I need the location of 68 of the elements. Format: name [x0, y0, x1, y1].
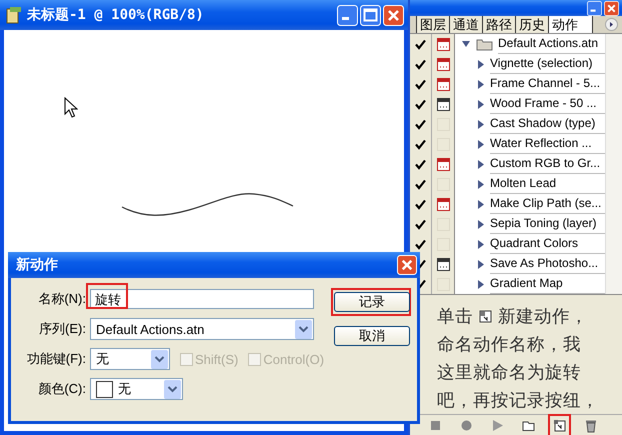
checkmark-icon[interactable]	[415, 98, 426, 110]
checkmark-icon[interactable]	[415, 138, 426, 150]
panel-tab[interactable]: 路径	[482, 16, 515, 33]
name-field[interactable]: 旋转	[90, 289, 314, 309]
instruction-text: 这里就命名为旋转	[437, 362, 581, 382]
dialog-toggle-icon[interactable]	[436, 58, 450, 70]
dialog-toggle-icon[interactable]	[436, 78, 450, 90]
maximize-button[interactable]	[360, 4, 381, 26]
collapsed-triangle-icon[interactable]	[477, 158, 485, 170]
close-button[interactable]	[604, 0, 619, 16]
dialog-button[interactable]: 记录	[334, 292, 410, 312]
collapsed-triangle-icon[interactable]	[477, 78, 485, 90]
close-button[interactable]	[397, 255, 417, 275]
checkmark-icon[interactable]	[415, 218, 426, 230]
collapsed-triangle-icon[interactable]	[477, 178, 485, 190]
panel-tab[interactable]: 历史	[515, 16, 548, 33]
document-icon	[6, 6, 22, 24]
checkbox-label: Control(O)	[263, 352, 324, 366]
field-label: 功能键(F):	[26, 350, 86, 368]
instruction-text: 新建动作，	[498, 306, 588, 326]
collapsed-triangle-icon[interactable]	[477, 278, 485, 290]
panel-tab[interactable]: 通道	[449, 16, 482, 33]
dialog-toggle-icon[interactable]	[436, 158, 450, 170]
close-button[interactable]	[383, 4, 404, 26]
field-label: 序列(E):	[38, 320, 86, 338]
dialog-title: 新动作	[16, 256, 58, 274]
checkmark-icon[interactable]	[415, 78, 426, 90]
dropdown[interactable]: Default Actions.atn	[90, 318, 314, 340]
collapsed-triangle-icon[interactable]	[477, 258, 485, 270]
collapsed-triangle-icon[interactable]	[477, 118, 485, 130]
folder-icon	[476, 38, 493, 50]
scrollbar[interactable]	[605, 34, 622, 294]
cursor-icon	[64, 97, 78, 119]
checkmark-icon[interactable]	[415, 118, 426, 130]
dialog-toggle-icon[interactable]	[436, 198, 450, 210]
dropdown[interactable]: 无	[90, 378, 183, 400]
checkmark-icon[interactable]	[415, 178, 426, 190]
collapsed-triangle-icon[interactable]	[477, 138, 485, 150]
window-title: 未标题-1 @ 100%(RGB/8)	[27, 6, 205, 24]
panel-tab[interactable]: 动作	[548, 16, 593, 33]
checkmark-icon[interactable]	[415, 198, 426, 210]
instruction-text: 命名动作名称，我	[437, 334, 581, 354]
collapsed-triangle-icon[interactable]	[477, 198, 485, 210]
checkmark-icon[interactable]	[415, 58, 426, 70]
dialog-toggle-icon[interactable]	[436, 38, 450, 50]
dialog-toggle-icon[interactable]	[436, 98, 450, 110]
collapsed-triangle-icon[interactable]	[477, 218, 485, 230]
checkmark-icon[interactable]	[415, 158, 426, 170]
checkmark-icon[interactable]	[415, 38, 426, 50]
minimize-button[interactable]	[587, 0, 602, 16]
panel-tab[interactable]: 图层	[416, 16, 449, 33]
expanded-triangle-icon[interactable]	[461, 39, 471, 49]
minimize-button[interactable]	[337, 4, 358, 26]
dropdown[interactable]: 无	[90, 348, 170, 370]
collapsed-triangle-icon[interactable]	[477, 238, 485, 250]
dialog-button[interactable]: 取消	[334, 326, 410, 346]
field-label: 颜色(C):	[37, 380, 86, 398]
color-swatch	[96, 380, 113, 398]
checkmark-icon[interactable]	[415, 238, 426, 250]
dialog-toggle-icon[interactable]	[436, 258, 450, 270]
instruction-text: 吧，再按记录按纽，	[437, 390, 599, 410]
collapsed-triangle-icon[interactable]	[477, 58, 485, 70]
field-label: 名称(N):	[37, 290, 86, 308]
checkbox-label: Shift(S)	[195, 352, 238, 366]
collapsed-triangle-icon[interactable]	[477, 98, 485, 110]
instruction-text: 单击	[437, 306, 473, 326]
new-action-icon	[479, 310, 492, 323]
panel-menu-button[interactable]	[605, 18, 618, 31]
